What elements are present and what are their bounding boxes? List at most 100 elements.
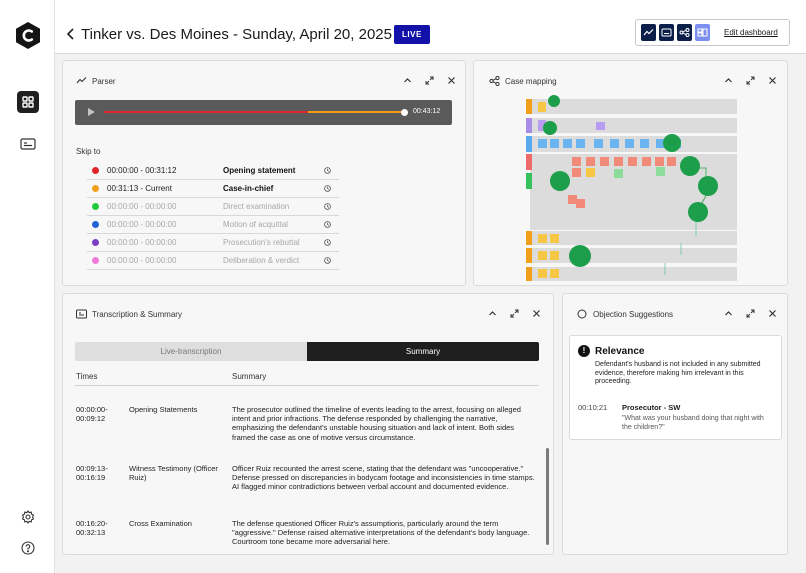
audio-player: 00:43:12	[75, 100, 452, 125]
share-nodes-icon	[489, 76, 500, 86]
close-icon[interactable]	[768, 76, 777, 85]
collapse-icon[interactable]	[403, 76, 412, 85]
caption-icon	[76, 309, 87, 319]
segment-color-dot	[92, 257, 99, 264]
segment-label: Prosecution's rebuttal	[223, 238, 300, 247]
settings-button[interactable]	[17, 506, 39, 528]
segment-label: Opening statement	[223, 166, 296, 175]
circle-icon	[577, 309, 588, 319]
audio-time: 00:43:12	[413, 108, 441, 115]
segment-label: Case-in-chief	[223, 184, 274, 193]
case-mapping-widget-toggle[interactable]	[677, 24, 692, 41]
objection-widget-toggle[interactable]	[695, 24, 710, 41]
expand-icon[interactable]	[746, 76, 755, 85]
clock-icon[interactable]	[324, 221, 331, 228]
segment-row[interactable]: 00:00:00 - 00:31:12 Opening statement	[87, 162, 339, 180]
collapse-icon[interactable]	[724, 76, 733, 85]
row-summary: The defense questioned Officer Ruiz's as…	[232, 519, 530, 547]
segment-row[interactable]: 00:00:00 - 00:00:00 Deliberation & verdic…	[87, 252, 339, 270]
row-topic: Opening Statements	[129, 405, 198, 414]
parser-panel: Parser 00:43:12 Skip to 00:00:00 - 00:31…	[62, 60, 466, 286]
clock-icon[interactable]	[324, 203, 331, 210]
segment-range: 00:00:00 - 00:00:00	[107, 202, 177, 211]
expand-icon[interactable]	[510, 309, 519, 318]
audio-progress-track[interactable]	[104, 108, 408, 116]
objection-speaker: Prosecutor - SW	[622, 403, 681, 412]
trend-icon	[76, 76, 87, 86]
panel-title: Parser	[92, 77, 116, 86]
collapse-icon[interactable]	[724, 309, 733, 318]
audio-scrubber-handle[interactable]	[400, 108, 408, 116]
clock-icon[interactable]	[324, 239, 331, 246]
app-logo[interactable]	[16, 22, 40, 49]
table-header: Times Summary	[75, 372, 538, 386]
segment-label: Motion of acquittal	[223, 220, 288, 229]
segment-row[interactable]: 00:00:00 - 00:00:00 Prosecution's rebutta…	[87, 234, 339, 252]
skip-to-label: Skip to	[76, 147, 101, 156]
tab-summary[interactable]: Summary	[307, 342, 539, 361]
segment-color-dot	[92, 167, 99, 174]
panel-title: Transcription & Summary	[92, 310, 182, 319]
segment-color-dot	[92, 221, 99, 228]
audio-progress-remaining	[308, 111, 404, 113]
row-topic: Witness Testimony (Officer Ruiz)	[129, 464, 218, 483]
share-nodes-icon	[679, 28, 690, 37]
play-icon[interactable]	[88, 108, 95, 116]
clock-icon[interactable]	[324, 257, 331, 264]
segment-range: 00:00:00 - 00:00:00	[107, 256, 177, 265]
close-icon[interactable]	[768, 309, 777, 318]
segment-label: Deliberation & verdict	[223, 256, 300, 265]
segment-label: Direct examination	[223, 202, 290, 211]
transcription-widget-toggle[interactable]	[659, 24, 674, 41]
segment-color-dot	[92, 185, 99, 192]
column-header-times: Times	[76, 372, 98, 381]
panel-title: Case mapping	[505, 77, 557, 86]
dashboard-layout-icon	[697, 28, 708, 37]
clock-icon[interactable]	[324, 167, 331, 174]
chevron-left-icon[interactable]	[65, 27, 77, 41]
scrollbar[interactable]	[546, 448, 549, 545]
time-start: 00:16:20-	[76, 519, 108, 528]
sidebar	[0, 0, 55, 573]
dashboard-nav-button[interactable]	[17, 91, 39, 113]
gear-icon	[21, 510, 35, 524]
alert-icon: !	[578, 345, 590, 357]
objection-description: Defendant's husband is not included in a…	[595, 361, 761, 386]
panel-title: Objection Suggestions	[593, 310, 674, 319]
expand-icon[interactable]	[746, 309, 755, 318]
collapse-icon[interactable]	[488, 309, 497, 318]
case-mapping-panel: Case mapping	[473, 60, 788, 286]
transcription-tab-toggle: Live-transcription Summary	[75, 342, 539, 361]
clock-icon[interactable]	[324, 185, 331, 192]
segment-range: 00:00:00 - 00:31:12	[107, 166, 177, 175]
dashboard-toolbar: Edit dashboard	[635, 19, 790, 46]
time-end: 00:16:19	[76, 473, 106, 483]
close-icon[interactable]	[532, 309, 541, 318]
objection-card[interactable]: ! Relevance Defendant's husband is not i…	[569, 335, 782, 440]
segment-range: 00:00:00 - 00:00:00	[107, 220, 177, 229]
row-summary: The prosecutor outlined the timeline of …	[232, 405, 521, 442]
caption-icon	[20, 138, 36, 150]
column-header-summary: Summary	[232, 372, 267, 381]
segment-row[interactable]: 00:00:00 - 00:00:00 Direct examination	[87, 198, 339, 216]
time-end: 00:32:13	[76, 528, 106, 538]
transcripts-nav-button[interactable]	[17, 133, 39, 155]
audio-progress-played	[104, 111, 308, 113]
parser-widget-toggle[interactable]	[641, 24, 656, 41]
tab-live-transcription[interactable]: Live-transcription	[75, 342, 307, 361]
objection-timestamp: 00:10:21	[578, 403, 608, 412]
live-badge: LIVE	[394, 25, 430, 44]
segment-row[interactable]: 00:00:00 - 00:00:00 Motion of acquittal	[87, 216, 339, 234]
objection-heading: Relevance	[595, 346, 645, 357]
objection-panel: Objection Suggestions ! Relevance Defend…	[562, 293, 788, 555]
help-button[interactable]	[17, 537, 39, 559]
close-icon[interactable]	[447, 76, 456, 85]
time-start: 00:00:00-	[76, 405, 108, 414]
edit-dashboard-link[interactable]: Edit dashboard	[724, 28, 778, 37]
expand-icon[interactable]	[425, 76, 434, 85]
grid-icon	[22, 96, 34, 108]
case-map-diagram[interactable]	[524, 91, 740, 283]
segment-color-dot	[92, 239, 99, 246]
segment-row[interactable]: 00:31:13 - Current Case-in-chief	[87, 180, 339, 198]
row-topic: Cross Examination	[129, 519, 192, 528]
